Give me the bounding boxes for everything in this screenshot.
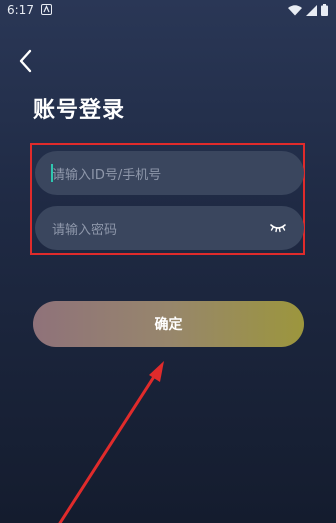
annotation-arrow [58, 361, 164, 523]
status-time: 6:17 [7, 3, 34, 17]
battery-icon [321, 4, 328, 16]
status-bar: 6:17 [0, 0, 336, 22]
password-input[interactable]: 请输入密码 [35, 206, 304, 250]
text-caret [51, 164, 53, 182]
id-phone-placeholder: 请输入ID号/手机号 [52, 167, 162, 183]
status-icons [288, 4, 328, 16]
wifi-icon [288, 4, 302, 15]
eye-closed-icon[interactable] [269, 220, 287, 236]
page-title: 账号登录 [33, 98, 126, 123]
password-placeholder: 请输入密码 [52, 222, 118, 238]
chevron-left-icon [19, 49, 32, 73]
login-screen: 6:17 账号登录 请输入ID号/手机号 请输入密码 确定 [0, 0, 336, 523]
notification-app-icon [41, 4, 52, 15]
confirm-button[interactable]: 确定 [33, 301, 304, 347]
back-button[interactable] [12, 46, 40, 76]
confirm-label: 确定 [154, 317, 183, 333]
signal-icon [306, 4, 317, 16]
id-phone-input[interactable]: 请输入ID号/手机号 [35, 151, 304, 195]
